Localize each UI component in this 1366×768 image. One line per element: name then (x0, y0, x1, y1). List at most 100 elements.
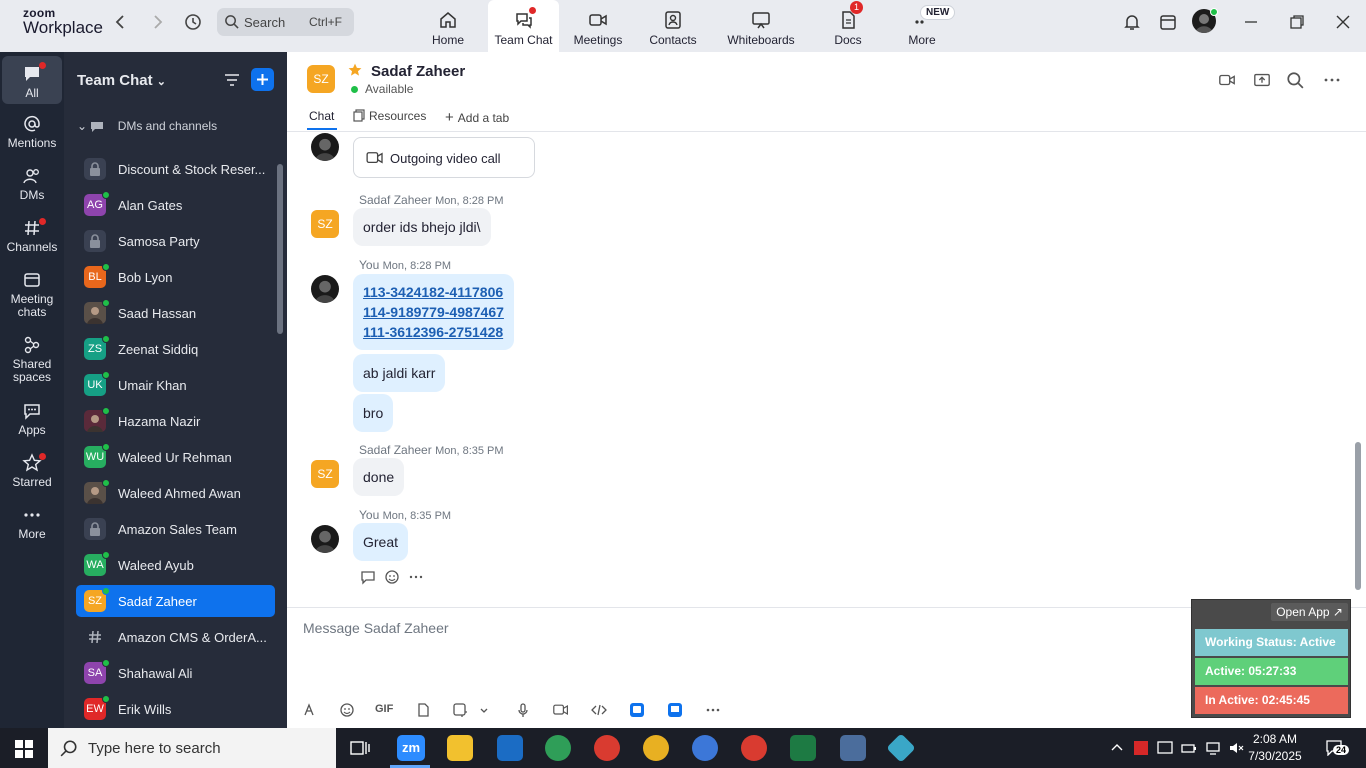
sidebar-title[interactable]: Team Chat ⌄ (77, 72, 166, 89)
tab-home[interactable]: Home (418, 0, 478, 52)
emoji-icon[interactable] (339, 702, 355, 718)
minimize-icon[interactable] (1242, 13, 1260, 31)
acrobat-icon[interactable] (1133, 740, 1149, 756)
tab-docs[interactable]: 1 Docs (824, 0, 872, 52)
video-message-icon[interactable] (553, 702, 569, 718)
share-screen-icon[interactable] (1253, 71, 1271, 89)
restore-icon[interactable] (1288, 13, 1306, 31)
order-id-link[interactable]: 113-3424182-4117806 (363, 282, 504, 302)
volume-muted-icon[interactable] (1228, 740, 1244, 756)
chevron-down-icon[interactable] (479, 702, 491, 718)
tab-resources[interactable]: Resources (353, 109, 426, 123)
sidebar-item-discount-stock-reser[interactable]: Discount & Stock Reser... (76, 153, 275, 185)
gif-button[interactable]: GIF (375, 703, 397, 719)
taskbar-search[interactable]: Type here to search (48, 728, 336, 768)
history-icon[interactable] (183, 12, 203, 32)
back-arrow-icon[interactable] (111, 12, 131, 32)
chat-scrollbar[interactable] (1355, 442, 1361, 590)
outlook-icon[interactable] (497, 735, 523, 761)
tab-add-a-tab[interactable]: + Add a tab (445, 109, 509, 126)
system-clock[interactable]: 2:08 AM 7/30/2025 (1245, 731, 1305, 765)
sidebar-item-shahawal-ali[interactable]: SA Shahawal Ali (76, 657, 275, 689)
sidebar-item-bob-lyon[interactable]: BL Bob Lyon (76, 261, 275, 293)
file-explorer-icon[interactable] (447, 735, 473, 761)
message-bubble[interactable]: ab jaldi karr (353, 354, 446, 392)
tab-meetings[interactable]: Meetings (567, 0, 629, 52)
chrome-icon[interactable] (643, 735, 669, 761)
message-bubble[interactable]: done (353, 458, 405, 496)
sidebar-item-waleed-ur-rehman[interactable]: WU Waleed Ur Rehman (76, 441, 275, 473)
app-integration-icon[interactable] (667, 702, 683, 718)
search-icon[interactable] (1286, 71, 1304, 89)
reply-icon[interactable] (360, 569, 376, 585)
filter-icon[interactable] (223, 71, 241, 89)
star-icon[interactable] (347, 62, 363, 78)
order-id-link[interactable]: 111-3612396-2751428 (363, 322, 504, 342)
network-icon[interactable] (1205, 740, 1221, 756)
format-text-icon[interactable] (302, 702, 318, 718)
section-header-dms-and-channels[interactable]: ⌄ DMs and channels (77, 119, 217, 133)
sidebar-item-zeenat-siddiq[interactable]: ZS Zeenat Siddiq (76, 333, 275, 365)
sidebar-item-umair-khan[interactable]: UK Umair Khan (76, 369, 275, 401)
emoji-reaction-icon[interactable] (384, 569, 400, 585)
microphone-icon[interactable] (515, 702, 531, 718)
sidebar-item-sadaf-zaheer[interactable]: SZ Sadaf Zaheer (76, 585, 275, 617)
more-options-icon[interactable] (1323, 71, 1341, 89)
app-icon[interactable] (886, 733, 916, 763)
message-bubble[interactable]: bro (353, 394, 394, 432)
open-app-button[interactable]: Open App ↗ (1271, 603, 1348, 621)
forward-arrow-icon[interactable] (147, 12, 167, 32)
bell-icon[interactable] (1123, 13, 1141, 31)
message-bubble[interactable]: order ids bhejo jldi\ (353, 208, 491, 246)
sidebar-item-saad-hassan[interactable]: Saad Hassan (76, 297, 275, 329)
tab-team-chat[interactable]: Team Chat (488, 0, 559, 52)
sidebar-item-amazon-cms-ordera[interactable]: Amazon CMS & OrderA... (76, 621, 275, 653)
chrome-icon[interactable] (741, 735, 767, 761)
sidebar-item-samosa-party[interactable]: Samosa Party (76, 225, 275, 257)
order-id-link[interactable]: 114-9189779-4987467 (363, 302, 504, 322)
rail-item-channels[interactable]: Channels (2, 218, 62, 254)
calendar-icon[interactable] (1159, 13, 1177, 31)
notification-center-icon[interactable]: 24 (1326, 740, 1350, 756)
chrome-icon[interactable] (594, 735, 620, 761)
excel-icon[interactable] (790, 735, 816, 761)
rail-item-all[interactable]: All (2, 56, 62, 104)
new-chat-button[interactable] (251, 68, 274, 91)
tab-chat[interactable]: Chat (309, 109, 334, 123)
rail-item-starred[interactable]: Starred (2, 453, 62, 489)
chrome-icon[interactable] (545, 735, 571, 761)
app-integration-icon[interactable] (629, 702, 645, 718)
chrome-icon[interactable] (692, 735, 718, 761)
message-bubble[interactable]: Great (353, 523, 409, 561)
rail-item-more[interactable]: More (2, 505, 62, 541)
sidebar-item-hazama-nazir[interactable]: Hazama Nazir (76, 405, 275, 437)
tray-app-icon[interactable] (1157, 740, 1173, 756)
task-view-icon[interactable] (350, 740, 370, 756)
chevron-up-icon[interactable] (1109, 740, 1125, 756)
rail-item-meeting-chats[interactable]: Meeting chats (2, 270, 62, 319)
sidebar-item-alan-gates[interactable]: AG Alan Gates (76, 189, 275, 221)
tab-whiteboards[interactable]: Whiteboards (722, 0, 800, 52)
sidebar-item-erik-wills[interactable]: EW Erik Wills (76, 693, 275, 725)
code-snippet-icon[interactable] (591, 702, 607, 718)
sidebar-item-waleed-ahmed-awan[interactable]: Waleed Ahmed Awan (76, 477, 275, 509)
rail-item-apps[interactable]: Apps (2, 401, 62, 437)
file-icon[interactable] (415, 702, 431, 718)
outgoing-video-call-card[interactable]: Outgoing video call (353, 137, 535, 178)
sidebar-item-amazon-sales-team[interactable]: Amazon Sales Team (76, 513, 275, 545)
message-input[interactable]: Message Sadaf Zaheer (303, 620, 449, 636)
battery-icon[interactable] (1181, 740, 1197, 756)
more-options-icon[interactable] (705, 702, 721, 718)
search-box[interactable]: Search Ctrl+F (217, 8, 354, 36)
rail-item-shared-spaces[interactable]: Shared spaces (2, 335, 62, 384)
rail-item-dms[interactable]: DMs (2, 166, 62, 202)
video-call-icon[interactable] (1218, 71, 1236, 89)
more-options-icon[interactable] (408, 569, 424, 585)
zoom-app-icon[interactable]: zm (397, 735, 425, 761)
tab-contacts[interactable]: Contacts (643, 0, 703, 52)
screenshot-icon[interactable] (452, 702, 468, 718)
windows-start-icon[interactable] (15, 740, 33, 758)
rail-item-mentions[interactable]: Mentions (2, 114, 62, 150)
close-icon[interactable] (1334, 13, 1352, 31)
calculator-icon[interactable] (840, 735, 866, 761)
